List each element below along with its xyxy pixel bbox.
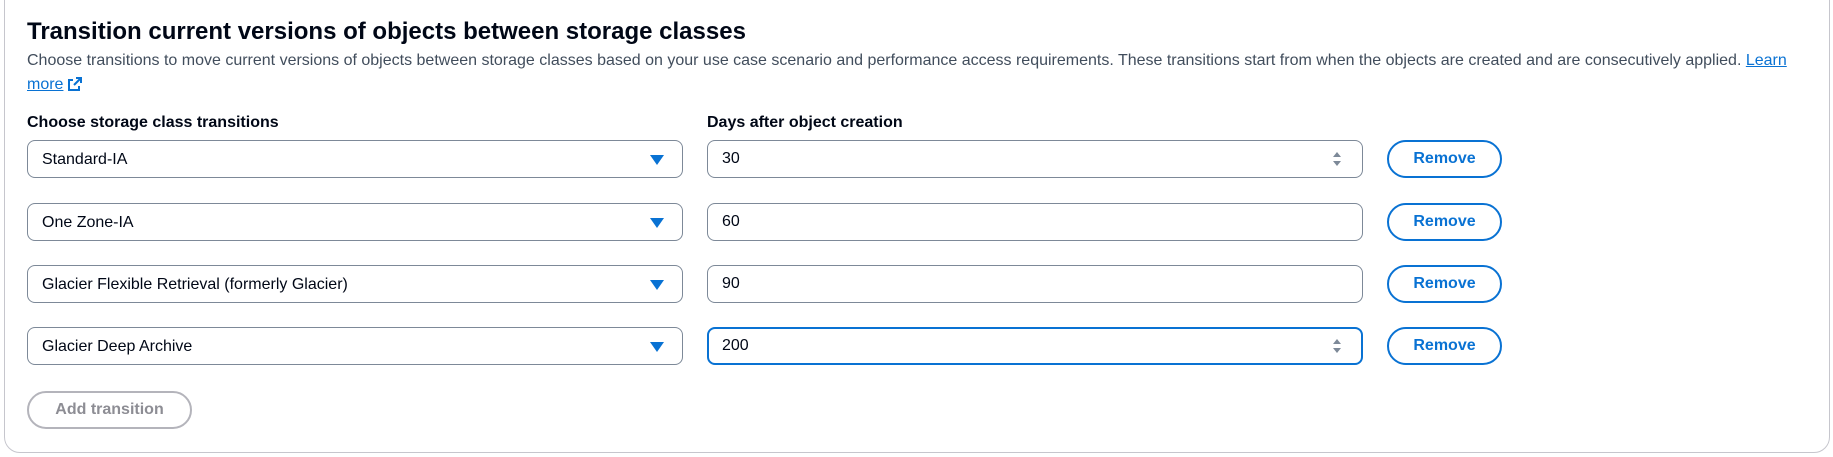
storage-class-value: Glacier Flexible Retrieval (formerly Gla…	[42, 276, 348, 293]
external-link-icon	[68, 77, 83, 91]
description-text: Choose transitions to move current versi…	[27, 52, 1742, 69]
transition-row: One Zone-IA Remove	[0, 203, 1833, 243]
storage-class-column-label: Choose storage class transitions	[27, 114, 279, 131]
number-spinner-icon[interactable]	[1331, 149, 1343, 169]
transition-row: Glacier Deep Archive Remove	[0, 327, 1833, 367]
storage-class-select[interactable]: Glacier Flexible Retrieval (formerly Gla…	[27, 265, 683, 303]
days-column-label: Days after object creation	[707, 114, 903, 131]
transition-row: Glacier Flexible Retrieval (formerly Gla…	[0, 265, 1833, 305]
days-input[interactable]	[707, 327, 1363, 365]
number-spinner-icon[interactable]	[1331, 336, 1343, 356]
storage-class-value: Glacier Deep Archive	[42, 338, 193, 355]
caret-down-icon	[650, 280, 664, 290]
remove-button[interactable]: Remove	[1387, 203, 1502, 241]
days-input[interactable]	[707, 265, 1363, 303]
section-description: Choose transitions to move current versi…	[27, 49, 1797, 97]
days-input[interactable]	[707, 203, 1363, 241]
days-input[interactable]	[707, 140, 1363, 178]
caret-down-icon	[650, 218, 664, 228]
storage-class-select[interactable]: Glacier Deep Archive	[27, 327, 683, 365]
storage-class-value: Standard-IA	[42, 151, 128, 168]
storage-class-select[interactable]: One Zone-IA	[27, 203, 683, 241]
caret-down-icon	[650, 155, 664, 165]
remove-button[interactable]: Remove	[1387, 327, 1502, 365]
caret-down-icon	[650, 342, 664, 352]
add-transition-button: Add transition	[27, 391, 192, 429]
remove-button[interactable]: Remove	[1387, 265, 1502, 303]
transition-row: Standard-IA Remove	[0, 140, 1833, 180]
storage-class-value: One Zone-IA	[42, 214, 134, 231]
remove-button[interactable]: Remove	[1387, 140, 1502, 178]
storage-class-select[interactable]: Standard-IA	[27, 140, 683, 178]
section-title: Transition current versions of objects b…	[27, 18, 746, 45]
